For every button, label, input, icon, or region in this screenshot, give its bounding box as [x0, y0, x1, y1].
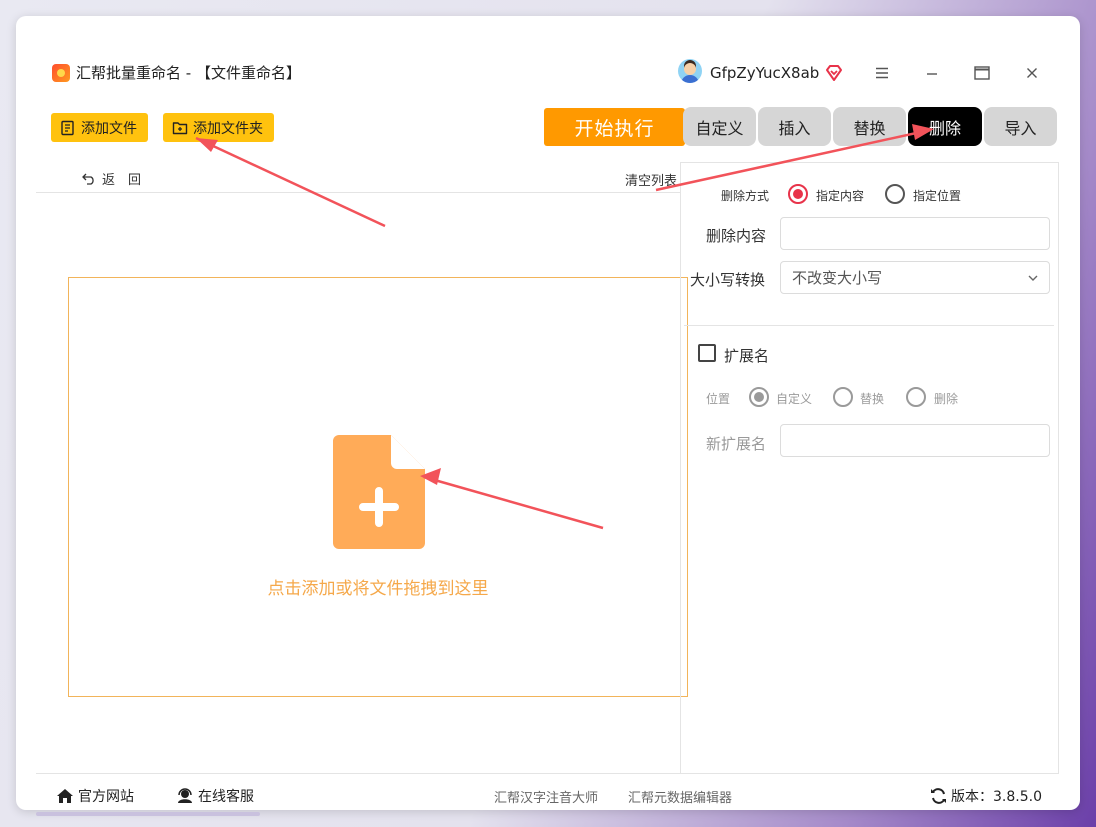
app-content: 汇帮批量重命名 - 【文件重命名】 GfpZyYucX8ab 添加文件 添加文件…: [36, 36, 1060, 806]
vip-diamond-icon[interactable]: [825, 64, 843, 82]
tab-insert[interactable]: 插入: [758, 107, 831, 146]
official-site-link[interactable]: 官方网站: [56, 786, 134, 806]
radio-delete-by-content-label[interactable]: 指定内容: [816, 187, 864, 204]
refresh-icon[interactable]: [930, 788, 947, 804]
app-window: 汇帮批量重命名 - 【文件重命名】 GfpZyYucX8ab 添加文件 添加文件…: [16, 16, 1080, 810]
extension-checkbox[interactable]: [698, 344, 716, 362]
menu-icon: [876, 67, 888, 79]
radio-ext-delete-label[interactable]: 删除: [934, 390, 958, 407]
back-label: 返 回: [102, 173, 142, 188]
section-divider: [684, 325, 1054, 326]
minimize-icon: [927, 73, 937, 75]
case-convert-value: 不改变大小写: [792, 269, 883, 287]
maximize-button[interactable]: [969, 60, 995, 86]
radio-delete-by-position-label[interactable]: 指定位置: [913, 187, 961, 204]
radio-delete-by-content[interactable]: [788, 184, 808, 204]
add-file-large-icon: [333, 435, 425, 549]
case-convert-select[interactable]: 不改变大小写: [780, 261, 1050, 294]
new-extension-input[interactable]: [780, 424, 1050, 457]
official-site-label: 官方网站: [78, 789, 134, 805]
headset-icon: [178, 788, 192, 803]
version-label: 版本：3.8.5.0: [951, 789, 1042, 805]
tab-import[interactable]: 导入: [984, 107, 1057, 146]
add-folder-icon: [172, 121, 188, 134]
online-service-link[interactable]: 在线客服: [176, 786, 254, 806]
add-folder-button[interactable]: 添加文件夹: [163, 113, 274, 142]
version-info: 版本：3.8.5.0: [930, 786, 1042, 806]
add-file-icon: [61, 120, 74, 135]
app-logo-icon: [52, 64, 70, 82]
list-header-divider: [36, 192, 680, 193]
case-convert-label: 大小写转换: [690, 271, 766, 289]
radio-delete-by-position[interactable]: [885, 184, 905, 204]
pinyin-tool-link[interactable]: 汇帮汉字注音大师: [494, 787, 598, 806]
menu-button[interactable]: [869, 60, 895, 86]
online-service-label: 在线客服: [198, 789, 254, 805]
close-icon: [1027, 68, 1037, 78]
add-file-label: 添加文件: [81, 120, 137, 137]
delete-mode-label: 删除方式: [721, 189, 770, 203]
taskbar-accent: [36, 812, 260, 816]
radio-ext-custom-label[interactable]: 自定义: [776, 390, 812, 407]
drop-hint-text: 点击添加或将文件拖拽到这里: [267, 579, 489, 599]
start-button[interactable]: 开始执行: [544, 108, 685, 146]
home-icon: [57, 789, 73, 803]
panel-divider: [680, 162, 681, 774]
radio-ext-replace[interactable]: [833, 387, 853, 407]
radio-ext-custom[interactable]: [749, 387, 769, 407]
footer-divider: [36, 773, 1059, 774]
minimize-button[interactable]: [919, 60, 945, 86]
metadata-editor-link[interactable]: 汇帮元数据编辑器: [628, 787, 732, 806]
delete-content-input[interactable]: [780, 217, 1050, 250]
extension-position-label: 位置: [706, 392, 731, 406]
add-folder-label: 添加文件夹: [193, 120, 263, 137]
extension-checkbox-label[interactable]: 扩展名: [724, 345, 769, 366]
panel-right-border: [1058, 162, 1059, 774]
panel-top-border: [680, 162, 1059, 163]
chevron-down-icon: [1028, 275, 1038, 281]
tab-delete[interactable]: 删除: [908, 107, 982, 146]
add-file-button[interactable]: 添加文件: [51, 113, 148, 142]
close-button[interactable]: [1019, 60, 1045, 86]
new-extension-label: 新扩展名: [706, 435, 767, 453]
clear-list-button[interactable]: 清空列表: [625, 170, 677, 189]
tab-custom[interactable]: 自定义: [683, 107, 756, 146]
delete-content-label: 删除内容: [706, 227, 767, 245]
maximize-icon: [974, 66, 990, 80]
back-icon: [82, 173, 94, 185]
user-avatar[interactable]: [678, 59, 702, 83]
file-drop-zone[interactable]: 点击添加或将文件拖拽到这里: [68, 277, 688, 697]
back-button[interactable]: 返 回: [82, 169, 141, 188]
radio-ext-delete[interactable]: [906, 387, 926, 407]
username[interactable]: GfpZyYucX8ab: [710, 64, 819, 82]
radio-ext-replace-label[interactable]: 替换: [860, 390, 884, 407]
tab-replace[interactable]: 替换: [833, 107, 906, 146]
window-title: 汇帮批量重命名 - 【文件重命名】: [76, 64, 301, 82]
